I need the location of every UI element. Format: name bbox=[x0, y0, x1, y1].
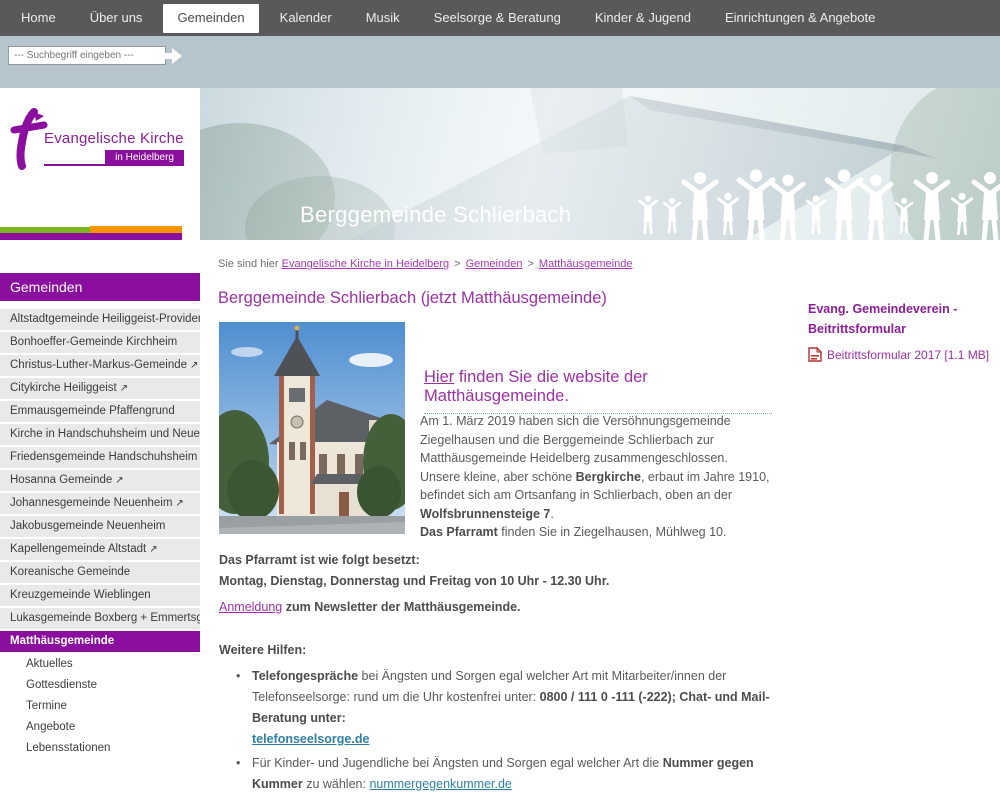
search-submit-button[interactable] bbox=[160, 48, 186, 64]
text-link[interactable]: Hier bbox=[424, 368, 454, 386]
sidebar-item-2[interactable]: Christus-Luther-Markus-Gemeinde↗ bbox=[0, 355, 200, 376]
sidebar-item-14[interactable]: Matthäusgemeinde bbox=[0, 631, 200, 652]
orange-stripe bbox=[90, 226, 182, 233]
arrow-right-icon bbox=[172, 48, 182, 64]
breadcrumb: Sie sind hier Evangelische Kirche in Hei… bbox=[218, 258, 632, 270]
breadcrumb-separator: > bbox=[454, 258, 460, 270]
sidebar-item-6[interactable]: Friedensgemeinde Handschuhsheim↗ bbox=[0, 447, 200, 468]
helps-list: •Telefongespräche bei Ängsten und Sorgen… bbox=[236, 666, 784, 798]
nav-item-3[interactable]: Kalender bbox=[263, 0, 349, 36]
helps-heading: Weitere Hilfen: bbox=[219, 643, 306, 657]
breadcrumb-prefix: Sie sind hier bbox=[218, 258, 279, 270]
text-span: zum Newsletter der Matthäusgemeinde. bbox=[282, 600, 520, 614]
sidebar-item-11[interactable]: Koreanische Gemeinde bbox=[0, 562, 200, 583]
main-content: Berggemeinde Schlierbach (jetzt Matthäus… bbox=[218, 288, 804, 308]
aside-gemeindeverein: Evang. Gemeindeverein - Beitrittsformula… bbox=[808, 299, 998, 362]
banner-title: Berggemeinde Schlierbach bbox=[300, 202, 571, 228]
newsletter-line: Anmeldung zum Newsletter der Matthäusgem… bbox=[219, 600, 521, 614]
text-span: Unsere kleine, aber schöne bbox=[420, 470, 576, 484]
page-header: Evangelische Kirche in Heidelberg bbox=[0, 88, 1000, 240]
sidebar-sublist: AktuellesGottesdiensteTermineAngeboteLeb… bbox=[0, 654, 200, 759]
nav-item-6[interactable]: Kinder & Jugend bbox=[578, 0, 708, 36]
text-span: Wolfsbrunnensteige 7 bbox=[420, 507, 550, 521]
sidebar-subitem-1[interactable]: Gottesdienste bbox=[0, 675, 200, 696]
purple-stripe bbox=[0, 233, 182, 240]
nav-item-5[interactable]: Seelsorge & Beratung bbox=[417, 0, 578, 36]
bullet-icon: • bbox=[236, 753, 240, 774]
help-list-item-1: • Für Kinder- und Jugendliche bei Ängsten… bbox=[236, 753, 784, 795]
nav-item-1[interactable]: Über uns bbox=[73, 0, 160, 36]
sidebar-item-4[interactable]: Emmausgemeinde Pfaffengrund bbox=[0, 401, 200, 422]
sidebar-item-8[interactable]: Johannesgemeinde Neuenheim↗ bbox=[0, 493, 200, 514]
pfarramt-line2: Montag, Dienstag, Donnerstag und Freitag… bbox=[219, 571, 609, 592]
bullet-icon: • bbox=[236, 666, 240, 687]
nav-item-4[interactable]: Musik bbox=[349, 0, 417, 36]
nav-item-7[interactable]: Einrichtungen & Angebote bbox=[708, 0, 892, 36]
sidebar-subitem-3[interactable]: Angebote bbox=[0, 717, 200, 738]
text-span: finden Sie die website der Matthäusgemei… bbox=[424, 368, 648, 405]
green-stripe bbox=[0, 227, 90, 233]
sidebar-item-13[interactable]: Lukasgemeinde Boxberg + Emmertsgrund bbox=[0, 608, 200, 629]
sidebar-header: Gemeinden bbox=[0, 273, 200, 301]
text-span: zu wählen: bbox=[303, 777, 370, 791]
breadcrumb-link-0[interactable]: Evangelische Kirche in Heidelberg bbox=[282, 258, 450, 270]
intro-paragraph: Am 1. März 2019 haben sich die Versöhnun… bbox=[420, 412, 786, 542]
sidebar-item-5[interactable]: Kirche in Handschuhsheim und Neuenheim bbox=[0, 424, 200, 445]
text-span: Telefongespräche bbox=[252, 669, 358, 683]
breadcrumb-link-2[interactable]: Matthäusgemeinde bbox=[539, 258, 633, 270]
logo-rule bbox=[44, 164, 105, 166]
pfarramt-line1: Das Pfarramt ist wie folgt besetzt: bbox=[219, 550, 609, 571]
page-title: Berggemeinde Schlierbach (jetzt Matthäus… bbox=[218, 288, 804, 308]
website-link-heading: Hier finden Sie die website der Matthäus… bbox=[424, 368, 772, 414]
external-link-icon: ↗ bbox=[149, 544, 157, 555]
sidebar-item-0[interactable]: Altstadtgemeinde Heiliggeist-Providenz bbox=[0, 309, 200, 330]
text-span: finden Sie in Ziegelhausen, Mühlweg 10. bbox=[498, 525, 727, 539]
text-span: Am 1. März 2019 haben sich die Versöhnun… bbox=[420, 414, 731, 465]
sidebar-item-10[interactable]: Kapellengemeinde Altstadt↗ bbox=[0, 539, 200, 560]
brand-stripes bbox=[0, 226, 182, 240]
sidebar-item-3[interactable]: Citykirche Heiliggeist↗ bbox=[0, 378, 200, 399]
site-logo[interactable]: Evangelische Kirche in Heidelberg bbox=[0, 90, 200, 228]
pdf-download-link[interactable]: Beitrittsformular 2017 [1.1 MB] bbox=[827, 348, 989, 362]
text-link[interactable]: telefonseelsorge.de bbox=[252, 732, 369, 746]
aside-title-line1: Evang. Gemeindeverein - bbox=[808, 299, 998, 319]
church-photo bbox=[219, 322, 405, 534]
cross-logo-icon bbox=[8, 108, 48, 170]
text-link[interactable]: nummergegenkummer.de bbox=[369, 777, 511, 791]
sidebar-list: Altstadtgemeinde Heiliggeist-ProvidenzBo… bbox=[0, 309, 200, 652]
external-link-icon: ↗ bbox=[190, 360, 198, 371]
nav-item-0[interactable]: Home bbox=[4, 0, 73, 36]
external-link-icon: ↗ bbox=[115, 475, 123, 486]
text-span: Bergkirche bbox=[576, 470, 641, 484]
banner-image: Berggemeinde Schlierbach bbox=[200, 88, 1000, 240]
text-span: . bbox=[550, 507, 553, 521]
external-link-icon: ↗ bbox=[120, 383, 128, 394]
external-link-icon: ↗ bbox=[175, 498, 183, 509]
sidebar-gemeinden: Gemeinden Altstadtgemeinde Heiliggeist-P… bbox=[0, 273, 200, 759]
sidebar-subitem-2[interactable]: Termine bbox=[0, 696, 200, 717]
logo-title: Evangelische Kirche bbox=[44, 130, 184, 147]
top-nav: HomeÜber unsGemeindenKalenderMusikSeelso… bbox=[0, 0, 1000, 36]
logo-subtitle: in Heidelberg bbox=[105, 150, 184, 166]
sidebar-subitem-0[interactable]: Aktuelles bbox=[0, 654, 200, 675]
text-span: Das Pfarramt bbox=[420, 525, 498, 539]
sidebar-item-1[interactable]: Bonhoeffer-Gemeinde Kirchheim bbox=[0, 332, 200, 353]
sidebar-item-9[interactable]: Jakobusgemeinde Neuenheim bbox=[0, 516, 200, 537]
nav-item-2[interactable]: Gemeinden bbox=[163, 4, 258, 33]
help-list-item-0: •Telefongespräche bei Ängsten und Sorgen… bbox=[236, 666, 784, 750]
breadcrumb-links: Evangelische Kirche in Heidelberg > Gemein… bbox=[282, 258, 633, 270]
text-span: Für Kinder- und Jugendliche bei Ängsten … bbox=[252, 756, 663, 770]
search-band bbox=[0, 36, 1000, 88]
pdf-icon bbox=[808, 347, 822, 362]
arrow-right-icon bbox=[160, 53, 172, 59]
pfarramt-hours: Das Pfarramt ist wie folgt besetzt: Mont… bbox=[219, 550, 609, 592]
search-input[interactable] bbox=[8, 46, 166, 65]
sidebar-item-7[interactable]: Hosanna Gemeinde↗ bbox=[0, 470, 200, 491]
breadcrumb-separator: > bbox=[527, 258, 533, 270]
breadcrumb-link-1[interactable]: Gemeinden bbox=[466, 258, 523, 270]
text-link[interactable]: Anmeldung bbox=[219, 600, 282, 614]
sidebar-subitem-4[interactable]: Lebensstationen bbox=[0, 738, 200, 759]
sidebar-item-12[interactable]: Kreuzgemeinde Wieblingen bbox=[0, 585, 200, 606]
aside-title-line2: Beitrittsformular bbox=[808, 319, 998, 339]
